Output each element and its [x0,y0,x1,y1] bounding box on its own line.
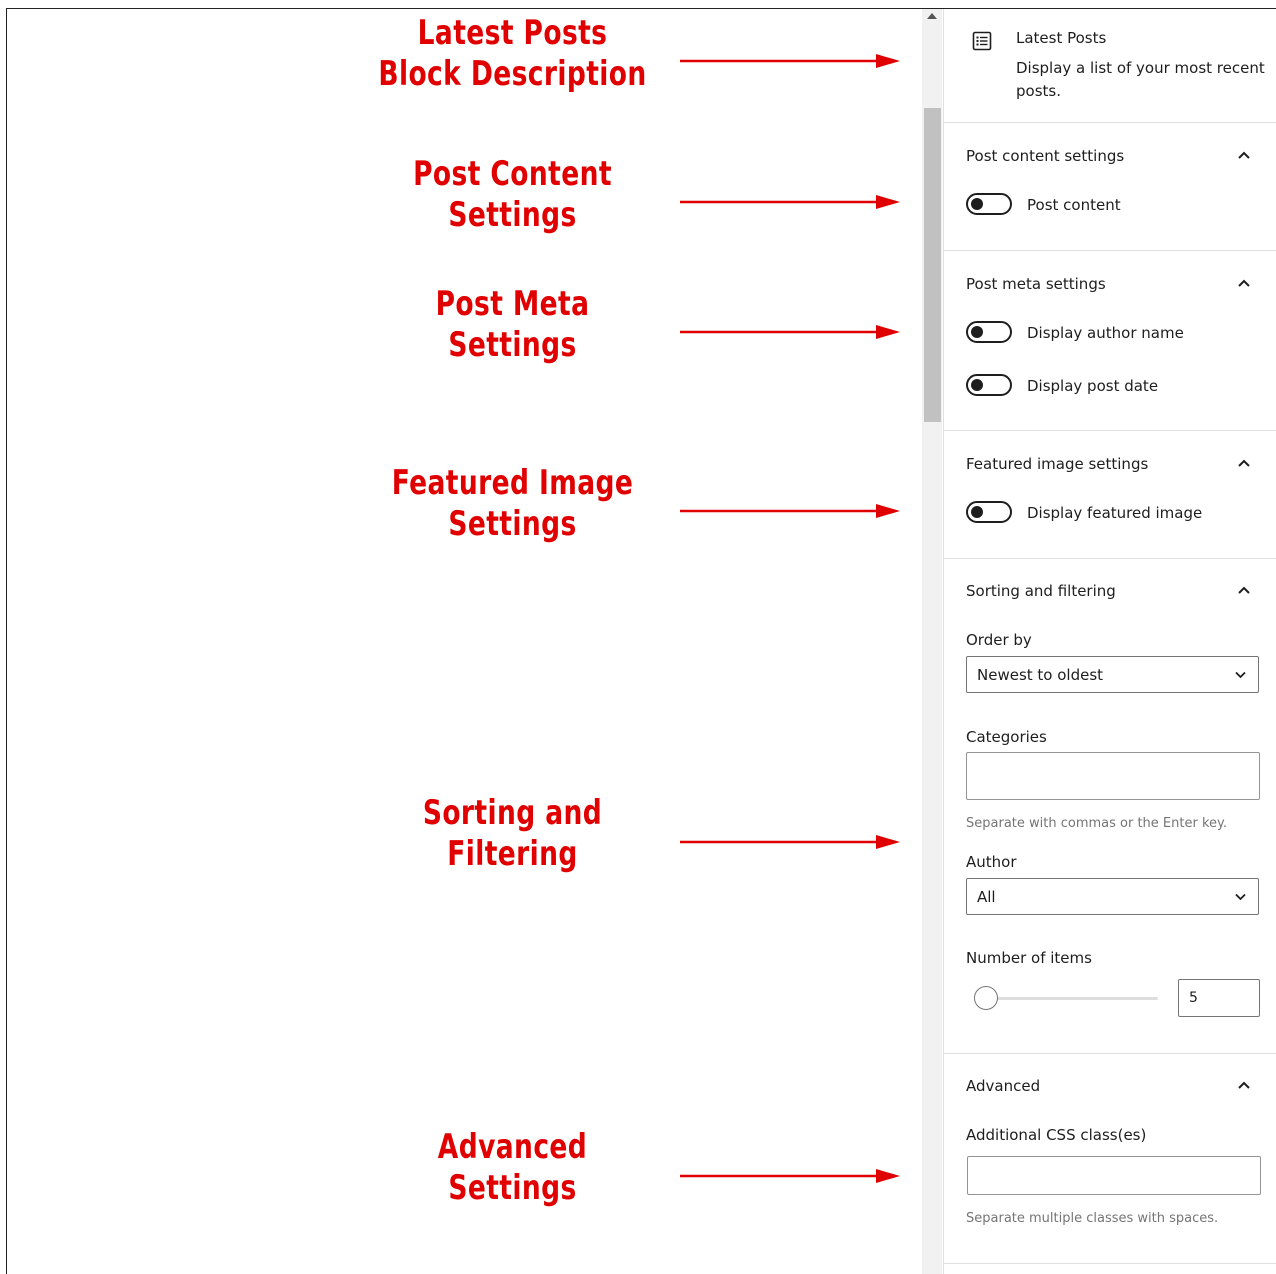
block-title: Latest Posts [1016,29,1107,47]
annotation-line: Sorting and [422,793,603,833]
post-content-toggle[interactable] [966,193,1012,215]
number-of-items-value: 5 [1189,990,1198,1006]
annotation-line: Advanced [437,1127,588,1167]
additional-css-input[interactable] [967,1156,1261,1195]
chevron-up-icon[interactable] [1237,1080,1251,1090]
author-select[interactable]: All [966,878,1259,915]
categories-label: Categories [966,728,1047,746]
advanced-section: Advanced Additional CSS class(es) Separa… [944,1054,1276,1264]
chevron-up-icon[interactable] [1237,585,1251,595]
arrow-icon [680,835,900,849]
annotation-line: Settings [448,195,577,235]
block-description: Display a list of your most recent posts… [1016,59,1265,100]
number-of-items-label: Number of items [966,949,1092,967]
display-date-toggle[interactable] [966,374,1012,396]
block-settings-panel: Latest Posts Display a list of your most… [943,9,1276,1274]
display-featured-image-toggle[interactable] [966,501,1012,523]
annotation-sorting: Sorting and Filtering [378,793,647,875]
arrow-icon [680,195,900,209]
chevron-down-icon [1235,893,1246,901]
chevron-down-icon [1235,671,1246,679]
arrow-icon [680,325,900,339]
chevron-up-icon[interactable] [1237,458,1251,468]
annotation-line: Settings [448,504,577,544]
order-by-select[interactable]: Newest to oldest [966,656,1259,693]
block-card: Latest Posts Display a list of your most… [944,9,1276,123]
arrow-icon [680,504,900,518]
additional-css-label: Additional CSS class(es) [966,1126,1147,1144]
number-of-items-input[interactable]: 5 [1178,979,1260,1017]
post-content-settings-toggle[interactable]: Post content settings [966,147,1124,165]
author-label: Author [966,853,1017,871]
post-meta-settings-section: Post meta settings Display author name D… [944,251,1276,431]
arrow-icon [680,54,900,68]
display-date-label: Display post date [1027,377,1159,395]
categories-help-text: Separate with commas or the Enter key. [966,816,1227,831]
list-view-icon [972,31,992,51]
chevron-up-icon[interactable] [1237,278,1251,288]
annotation-post-meta: Post Meta Settings [378,284,647,366]
number-of-items-slider-thumb[interactable] [974,986,998,1010]
order-by-value: Newest to oldest [977,666,1104,684]
display-author-toggle[interactable] [966,321,1012,343]
order-by-label: Order by [966,631,1032,649]
post-content-settings-section: Post content settings Post content [944,123,1276,251]
sorting-filtering-toggle[interactable]: Sorting and filtering [966,582,1116,600]
annotation-line: Block Description [378,54,647,94]
post-meta-settings-toggle[interactable]: Post meta settings [966,275,1106,293]
annotation-line: Post Meta [435,284,590,324]
post-content-label: Post content [1027,196,1121,214]
annotation-line: Filtering [447,834,578,874]
annotation-line: Featured Image [391,463,634,503]
additional-css-help-text: Separate multiple classes with spaces. [966,1211,1219,1226]
annotation-line: Settings [448,325,577,365]
annotation-featured-image: Featured Image Settings [378,463,647,545]
display-author-label: Display author name [1027,324,1184,342]
annotation-line: Post Content [413,154,612,194]
scrollbar-thumb[interactable] [924,108,941,422]
annotation-post-content: Post Content Settings [378,154,647,236]
scroll-up-arrow-icon[interactable] [927,13,937,19]
annotation-line: Latest Posts [417,13,608,53]
featured-image-settings-section: Featured image settings Display featured… [944,431,1276,559]
chevron-up-icon[interactable] [1237,150,1251,160]
author-value: All [977,888,996,906]
categories-input[interactable] [966,752,1260,800]
advanced-toggle[interactable]: Advanced [966,1077,1040,1095]
annotation-line: Settings [448,1168,577,1208]
annotation-advanced: Advanced Settings [378,1127,647,1209]
number-of-items-slider-track[interactable] [986,997,1158,1000]
arrow-icon [680,1169,900,1183]
featured-image-settings-toggle[interactable]: Featured image settings [966,455,1148,473]
annotation-latest-posts: Latest Posts Block Description [378,13,647,95]
display-featured-image-label: Display featured image [1027,504,1203,522]
